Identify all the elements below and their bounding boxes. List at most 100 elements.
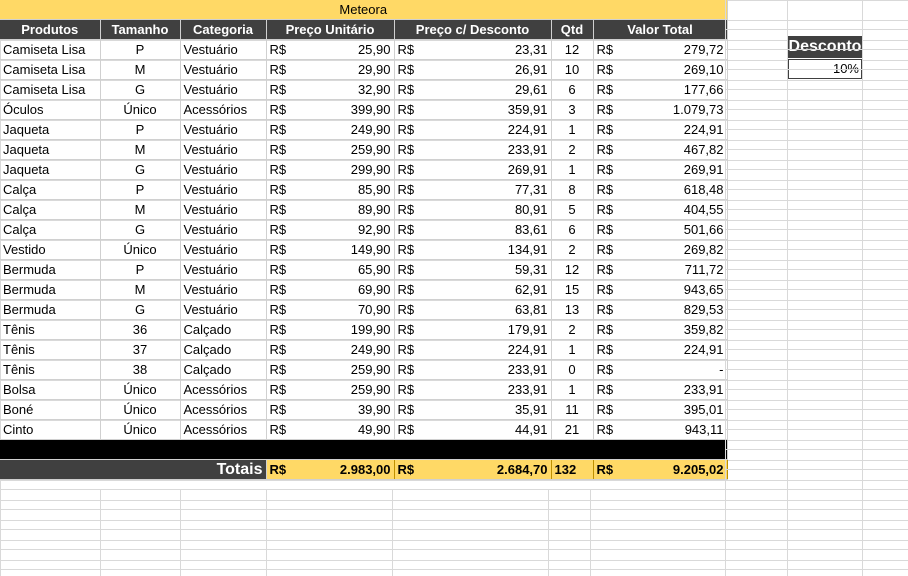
discount-header[interactable]: Desconto xyxy=(788,36,862,58)
cell-preco-unitario[interactable]: 89,90 xyxy=(294,199,395,220)
cell-tamanho[interactable]: G xyxy=(100,159,181,180)
cell-currency[interactable]: R$ xyxy=(394,239,422,260)
cell-qtd[interactable]: 5 xyxy=(551,199,594,220)
cell-tamanho[interactable]: Único xyxy=(100,419,181,440)
cell-tamanho[interactable]: P xyxy=(100,119,181,140)
cell-currency[interactable]: R$ xyxy=(593,279,621,300)
cell-tamanho[interactable]: 37 xyxy=(100,339,181,360)
cell-currency[interactable]: R$ xyxy=(266,179,294,200)
cell-qtd[interactable]: 1 xyxy=(551,119,594,140)
cell-categoria[interactable]: Acessórios xyxy=(180,399,267,420)
cell-valor-total[interactable]: 395,01 xyxy=(621,399,728,420)
cell-produto[interactable]: Camiseta Lisa xyxy=(0,39,101,60)
cell-preco-unitario[interactable]: 85,90 xyxy=(294,179,395,200)
cell-tamanho[interactable]: G xyxy=(100,79,181,100)
cell-currency[interactable]: R$ xyxy=(266,79,294,100)
cell-valor-total[interactable]: 501,66 xyxy=(621,219,728,240)
cell-currency[interactable]: R$ xyxy=(593,339,621,360)
totals-preco-unitario[interactable]: 2.983,00 xyxy=(294,459,395,480)
cell-valor-total[interactable]: 224,91 xyxy=(621,119,728,140)
cell-qtd[interactable]: 6 xyxy=(551,79,594,100)
cell-produto[interactable]: Bolsa xyxy=(0,379,101,400)
totals-currency[interactable]: R$ xyxy=(394,459,422,480)
cell-tamanho[interactable]: Único xyxy=(100,99,181,120)
cell-tamanho[interactable]: M xyxy=(100,279,181,300)
cell-preco-unitario[interactable]: 25,90 xyxy=(294,39,395,60)
cell-qtd[interactable]: 1 xyxy=(551,379,594,400)
cell-preco-desconto[interactable]: 80,91 xyxy=(422,199,552,220)
cell-produto[interactable]: Tênis xyxy=(0,319,101,340)
cell-currency[interactable]: R$ xyxy=(266,259,294,280)
cell-currency[interactable]: R$ xyxy=(394,299,422,320)
cell-preco-unitario[interactable]: 69,90 xyxy=(294,279,395,300)
cell-qtd[interactable]: 10 xyxy=(551,59,594,80)
cell-qtd[interactable]: 15 xyxy=(551,279,594,300)
cell-preco-desconto[interactable]: 59,31 xyxy=(422,259,552,280)
header-preco-desconto[interactable]: Preço c/ Desconto xyxy=(394,19,552,40)
cell-tamanho[interactable]: M xyxy=(100,59,181,80)
cell-preco-desconto[interactable]: 77,31 xyxy=(422,179,552,200)
cell-currency[interactable]: R$ xyxy=(593,139,621,160)
cell-qtd[interactable]: 11 xyxy=(551,399,594,420)
cell-valor-total[interactable]: 269,82 xyxy=(621,239,728,260)
cell-produto[interactable]: Jaqueta xyxy=(0,159,101,180)
cell-categoria[interactable]: Vestuário xyxy=(180,199,267,220)
cell-produto[interactable]: Vestido xyxy=(0,239,101,260)
cell-currency[interactable]: R$ xyxy=(394,419,422,440)
cell-preco-unitario[interactable]: 259,90 xyxy=(294,379,395,400)
cell-preco-unitario[interactable]: 32,90 xyxy=(294,79,395,100)
cell-tamanho[interactable]: Único xyxy=(100,239,181,260)
cell-valor-total[interactable]: 269,10 xyxy=(621,59,728,80)
cell-preco-desconto[interactable]: 23,31 xyxy=(422,39,552,60)
cell-produto[interactable]: Tênis xyxy=(0,339,101,360)
sheet-title[interactable]: Meteora xyxy=(0,0,728,20)
cell-tamanho[interactable]: Único xyxy=(100,399,181,420)
cell-currency[interactable]: R$ xyxy=(394,339,422,360)
cell-preco-unitario[interactable]: 65,90 xyxy=(294,259,395,280)
cell-currency[interactable]: R$ xyxy=(593,359,621,380)
cell-categoria[interactable]: Vestuário xyxy=(180,59,267,80)
cell-categoria[interactable]: Vestuário xyxy=(180,299,267,320)
cell-preco-unitario[interactable]: 70,90 xyxy=(294,299,395,320)
cell-preco-desconto[interactable]: 233,91 xyxy=(422,379,552,400)
cell-preco-desconto[interactable]: 233,91 xyxy=(422,139,552,160)
cell-categoria[interactable]: Acessórios xyxy=(180,99,267,120)
cell-valor-total[interactable]: 279,72 xyxy=(621,39,728,60)
cell-categoria[interactable]: Calçado xyxy=(180,319,267,340)
cell-qtd[interactable]: 8 xyxy=(551,179,594,200)
totals-currency[interactable]: R$ xyxy=(593,459,621,480)
cell-currency[interactable]: R$ xyxy=(266,139,294,160)
cell-preco-desconto[interactable]: 35,91 xyxy=(422,399,552,420)
cell-currency[interactable]: R$ xyxy=(593,319,621,340)
cell-currency[interactable]: R$ xyxy=(266,319,294,340)
spreadsheet-grid[interactable]: Meteora Produtos Tamanho Categoria Preço… xyxy=(0,0,908,576)
cell-preco-desconto[interactable]: 63,81 xyxy=(422,299,552,320)
cell-produto[interactable]: Bermuda xyxy=(0,299,101,320)
cell-produto[interactable]: Camiseta Lisa xyxy=(0,59,101,80)
cell-currency[interactable]: R$ xyxy=(593,259,621,280)
cell-categoria[interactable]: Vestuário xyxy=(180,139,267,160)
cell-currency[interactable]: R$ xyxy=(394,119,422,140)
cell-currency[interactable]: R$ xyxy=(593,199,621,220)
cell-valor-total[interactable]: 359,82 xyxy=(621,319,728,340)
cell-preco-unitario[interactable]: 249,90 xyxy=(294,339,395,360)
cell-currency[interactable]: R$ xyxy=(593,379,621,400)
cell-categoria[interactable]: Vestuário xyxy=(180,79,267,100)
cell-categoria[interactable]: Vestuário xyxy=(180,239,267,260)
cell-currency[interactable]: R$ xyxy=(266,99,294,120)
cell-categoria[interactable]: Acessórios xyxy=(180,419,267,440)
cell-qtd[interactable]: 2 xyxy=(551,139,594,160)
header-tamanho[interactable]: Tamanho xyxy=(100,19,181,40)
cell-tamanho[interactable]: G xyxy=(100,219,181,240)
cell-currency[interactable]: R$ xyxy=(266,239,294,260)
cell-preco-desconto[interactable]: 224,91 xyxy=(422,119,552,140)
cell-preco-desconto[interactable]: 233,91 xyxy=(422,359,552,380)
cell-preco-desconto[interactable]: 359,91 xyxy=(422,99,552,120)
header-preco-unitario[interactable]: Preço Unitário xyxy=(266,19,395,40)
cell-categoria[interactable]: Acessórios xyxy=(180,379,267,400)
cell-categoria[interactable]: Calçado xyxy=(180,359,267,380)
cell-currency[interactable]: R$ xyxy=(394,139,422,160)
cell-tamanho[interactable]: P xyxy=(100,39,181,60)
cell-currency[interactable]: R$ xyxy=(593,159,621,180)
cell-qtd[interactable]: 2 xyxy=(551,319,594,340)
